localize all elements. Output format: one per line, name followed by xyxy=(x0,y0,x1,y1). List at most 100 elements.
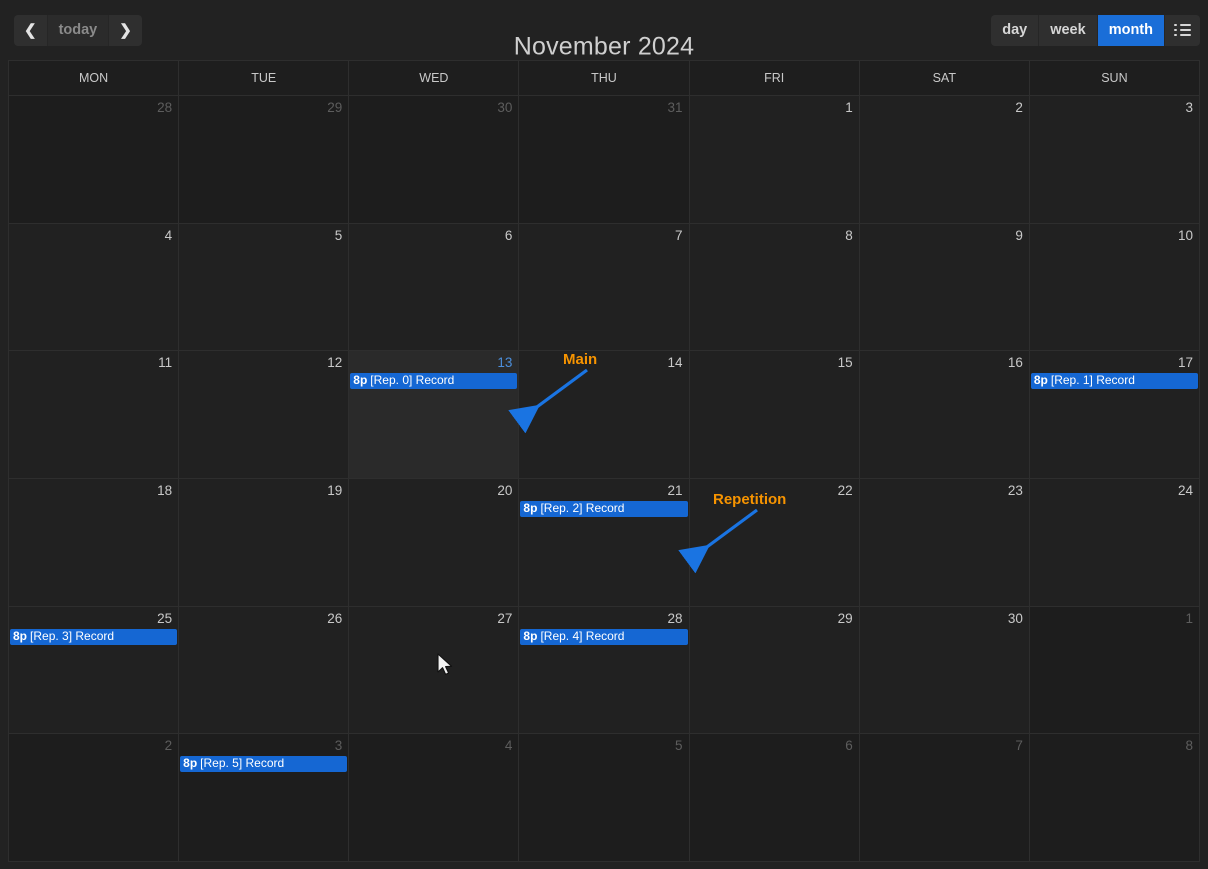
day-number[interactable]: 30 xyxy=(349,98,518,116)
day-cell[interactable]: 1 xyxy=(689,96,860,223)
day-cell[interactable]: 29 xyxy=(689,606,860,734)
calendar-event[interactable]: 8p [Rep. 5] Record xyxy=(180,756,348,773)
day-number[interactable]: 8 xyxy=(690,226,859,244)
day-cell[interactable]: 13 8p [Rep. 0] Record xyxy=(349,351,520,479)
day-number[interactable]: 27 xyxy=(349,609,518,627)
day-cell[interactable]: 10 xyxy=(1029,223,1199,351)
day-cell[interactable]: 4 xyxy=(9,223,180,351)
day-number[interactable]: 16 xyxy=(860,353,1029,371)
day-cell[interactable]: 15 xyxy=(689,351,860,479)
day-cell[interactable]: 7 xyxy=(519,223,690,351)
calendar-event[interactable]: 8p [Rep. 0] Record xyxy=(350,373,518,390)
day-events xyxy=(179,244,348,246)
day-cell[interactable]: 6 xyxy=(349,223,520,351)
day-number[interactable]: 12 xyxy=(179,353,348,371)
day-number[interactable]: 1 xyxy=(690,98,859,116)
day-cell[interactable]: 26 xyxy=(179,606,350,734)
day-number[interactable]: 6 xyxy=(690,736,859,754)
prev-month-button[interactable]: ❮ xyxy=(14,14,48,46)
day-number[interactable]: 31 xyxy=(519,98,688,116)
calendar-event[interactable]: 8p [Rep. 2] Record xyxy=(520,501,688,518)
view-button-month[interactable]: month xyxy=(1097,14,1165,46)
day-cell[interactable]: 22 xyxy=(689,479,860,606)
next-month-button[interactable]: ❯ xyxy=(109,14,142,46)
day-events xyxy=(349,754,518,756)
day-cell[interactable]: 12 xyxy=(179,351,350,479)
day-number[interactable]: 4 xyxy=(9,226,178,244)
calendar-event[interactable]: 8p [Rep. 4] Record xyxy=(520,628,688,645)
day-number[interactable]: 13 xyxy=(349,353,518,371)
day-cell[interactable]: 3 8p [Rep. 5] Record xyxy=(179,734,350,862)
day-cell[interactable]: 9 xyxy=(859,223,1030,351)
day-cell[interactable]: 17 8p [Rep. 1] Record xyxy=(1029,351,1199,479)
day-cell[interactable]: 3 xyxy=(1029,96,1199,223)
day-cell[interactable]: 2 xyxy=(9,734,180,862)
day-cell[interactable]: 1 xyxy=(1029,606,1199,734)
day-number[interactable]: 21 xyxy=(519,481,688,499)
day-number[interactable]: 18 xyxy=(9,481,178,499)
day-number[interactable]: 24 xyxy=(1030,481,1199,499)
day-cell[interactable]: 20 xyxy=(349,479,520,606)
day-cell[interactable]: 5 xyxy=(519,734,690,862)
view-button-week[interactable]: week xyxy=(1039,14,1098,46)
day-number[interactable]: 5 xyxy=(519,736,688,754)
day-number[interactable]: 2 xyxy=(860,98,1029,116)
day-number[interactable]: 5 xyxy=(179,226,348,244)
day-cell[interactable]: 27 xyxy=(349,606,520,734)
day-number[interactable]: 15 xyxy=(690,353,859,371)
day-number[interactable]: 8 xyxy=(1030,736,1199,754)
day-cell[interactable]: 28 xyxy=(9,96,180,223)
day-number[interactable]: 29 xyxy=(179,98,348,116)
day-number[interactable]: 6 xyxy=(349,226,518,244)
day-number[interactable]: 1 xyxy=(1030,609,1199,627)
day-number[interactable]: 17 xyxy=(1030,353,1199,371)
day-number[interactable]: 20 xyxy=(349,481,518,499)
day-header-mon: MON xyxy=(9,61,180,95)
day-number[interactable]: 23 xyxy=(860,481,1029,499)
day-number[interactable]: 22 xyxy=(690,481,859,499)
day-cell[interactable]: 30 xyxy=(859,606,1030,734)
day-number[interactable]: 3 xyxy=(1030,98,1199,116)
day-cell[interactable]: 31 xyxy=(519,96,690,223)
day-cell[interactable]: 19 xyxy=(179,479,350,606)
day-number[interactable]: 2 xyxy=(9,736,178,754)
day-cell[interactable]: 29 xyxy=(179,96,350,223)
day-number[interactable]: 29 xyxy=(690,609,859,627)
day-number[interactable]: 14 xyxy=(519,353,688,371)
day-number[interactable]: 11 xyxy=(9,353,178,371)
day-cell[interactable]: 30 xyxy=(349,96,520,223)
day-cell[interactable]: 6 xyxy=(689,734,860,862)
day-number[interactable]: 4 xyxy=(349,736,518,754)
day-number[interactable]: 25 xyxy=(9,609,178,627)
day-cell[interactable]: 8 xyxy=(689,223,860,351)
day-number[interactable]: 30 xyxy=(860,609,1029,627)
day-cell[interactable]: 4 xyxy=(349,734,520,862)
day-cell[interactable]: 18 xyxy=(9,479,180,606)
today-button[interactable]: today xyxy=(47,14,110,46)
day-number[interactable]: 28 xyxy=(519,609,688,627)
view-button-list[interactable] xyxy=(1165,14,1200,46)
day-cell[interactable]: 5 xyxy=(179,223,350,351)
day-number[interactable]: 19 xyxy=(179,481,348,499)
day-cell[interactable]: 23 xyxy=(859,479,1030,606)
calendar-event[interactable]: 8p [Rep. 3] Record xyxy=(10,628,178,645)
day-cell[interactable]: 16 xyxy=(859,351,1030,479)
day-number[interactable]: 9 xyxy=(860,226,1029,244)
view-button-day[interactable]: day xyxy=(991,14,1040,46)
day-number[interactable]: 10 xyxy=(1030,226,1199,244)
day-cell[interactable]: 8 xyxy=(1029,734,1199,862)
day-cell[interactable]: 2 xyxy=(859,96,1030,223)
day-cell[interactable]: 11 xyxy=(9,351,180,479)
day-cell[interactable]: 25 8p [Rep. 3] Record xyxy=(9,606,180,734)
day-cell[interactable]: 7 xyxy=(859,734,1030,862)
day-number[interactable]: 28 xyxy=(9,98,178,116)
calendar-event[interactable]: 8p [Rep. 1] Record xyxy=(1030,373,1198,390)
day-cell[interactable]: 21 8p [Rep. 2] Record xyxy=(519,479,690,606)
day-number[interactable]: 7 xyxy=(519,226,688,244)
day-cell[interactable]: 28 8p [Rep. 4] Record xyxy=(519,606,690,734)
day-number[interactable]: 26 xyxy=(179,609,348,627)
day-number[interactable]: 3 xyxy=(179,736,348,754)
day-cell[interactable]: 24 xyxy=(1029,479,1199,606)
day-number[interactable]: 7 xyxy=(860,736,1029,754)
day-cell[interactable]: 14 xyxy=(519,351,690,479)
